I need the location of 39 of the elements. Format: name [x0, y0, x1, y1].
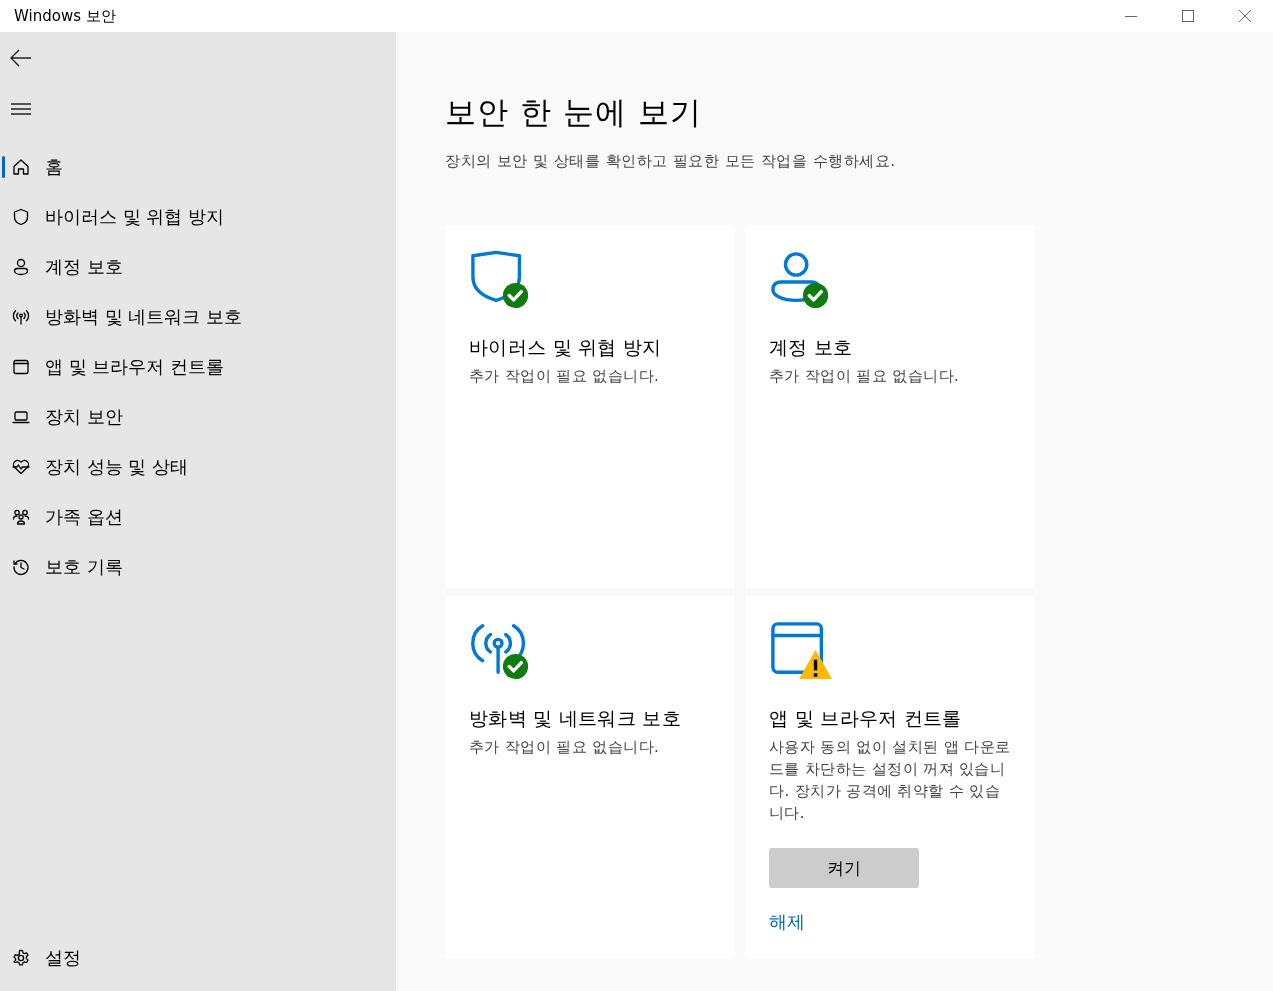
shield-icon [11, 207, 31, 227]
turn-on-button[interactable]: 켜기 [769, 848, 919, 888]
nav-item[interactable]: 설정 [0, 933, 396, 983]
nav-item[interactable]: 앱 및 브라우저 컨트롤 [0, 342, 396, 392]
home-icon [11, 157, 31, 177]
nav-item[interactable]: 장치 성능 및 상태 [0, 442, 396, 492]
card-description: 추가 작업이 필요 없습니다. [469, 737, 661, 758]
settings-icon [11, 948, 31, 968]
nav-item[interactable]: 바이러스 및 위협 방지 [0, 192, 396, 242]
card-title: 바이러스 및 위협 방지 [469, 335, 662, 360]
card-description: 추가 작업이 필요 없습니다. [469, 366, 661, 387]
card-title: 방화벽 및 네트워크 보호 [469, 706, 682, 731]
nav-item[interactable]: 방화벽 및 네트워크 보호 [0, 292, 396, 342]
card-title: 앱 및 브라우저 컨트롤 [769, 706, 962, 731]
back-arrow-icon [10, 49, 32, 67]
maximize-icon [1181, 10, 1194, 22]
nav-item[interactable]: 계정 보호 [0, 242, 396, 292]
window-title: Windows 보안 [14, 6, 117, 26]
card-description: 추가 작업이 필요 없습니다. [769, 366, 961, 387]
page-subtitle: 장치의 보안 및 상태를 확인하고 필요한 모든 작업을 수행하세요. [445, 152, 896, 171]
page-heading: 보안 한 눈에 보기 [445, 93, 702, 132]
heart-pulse-icon [11, 457, 31, 477]
antenna-icon [471, 624, 526, 674]
shield-icon [471, 250, 522, 303]
people-icon [11, 507, 31, 527]
card-description: 사용자 동의 없이 설치된 앱 다운로드를 차단하는 설정이 꺼져 있습니다. 장치가 공격에 취약할 수 있습니다. [769, 737, 1011, 824]
close-icon [1238, 10, 1251, 22]
nav-item[interactable]: 보호 기록 [0, 542, 396, 592]
nav-item[interactable]: 가족 옵션 [0, 492, 396, 542]
nav-item[interactable]: 홈 [0, 142, 396, 192]
window-icon [771, 622, 824, 674]
menu-icon [11, 102, 31, 116]
card-title: 계정 보호 [769, 335, 853, 360]
history-icon [11, 557, 31, 577]
dismiss-link[interactable]: 해제 [769, 910, 805, 934]
person-icon [11, 257, 31, 277]
antenna-icon [11, 307, 31, 327]
nav-item[interactable]: 장치 보안 [0, 392, 396, 442]
window-icon [11, 357, 31, 377]
